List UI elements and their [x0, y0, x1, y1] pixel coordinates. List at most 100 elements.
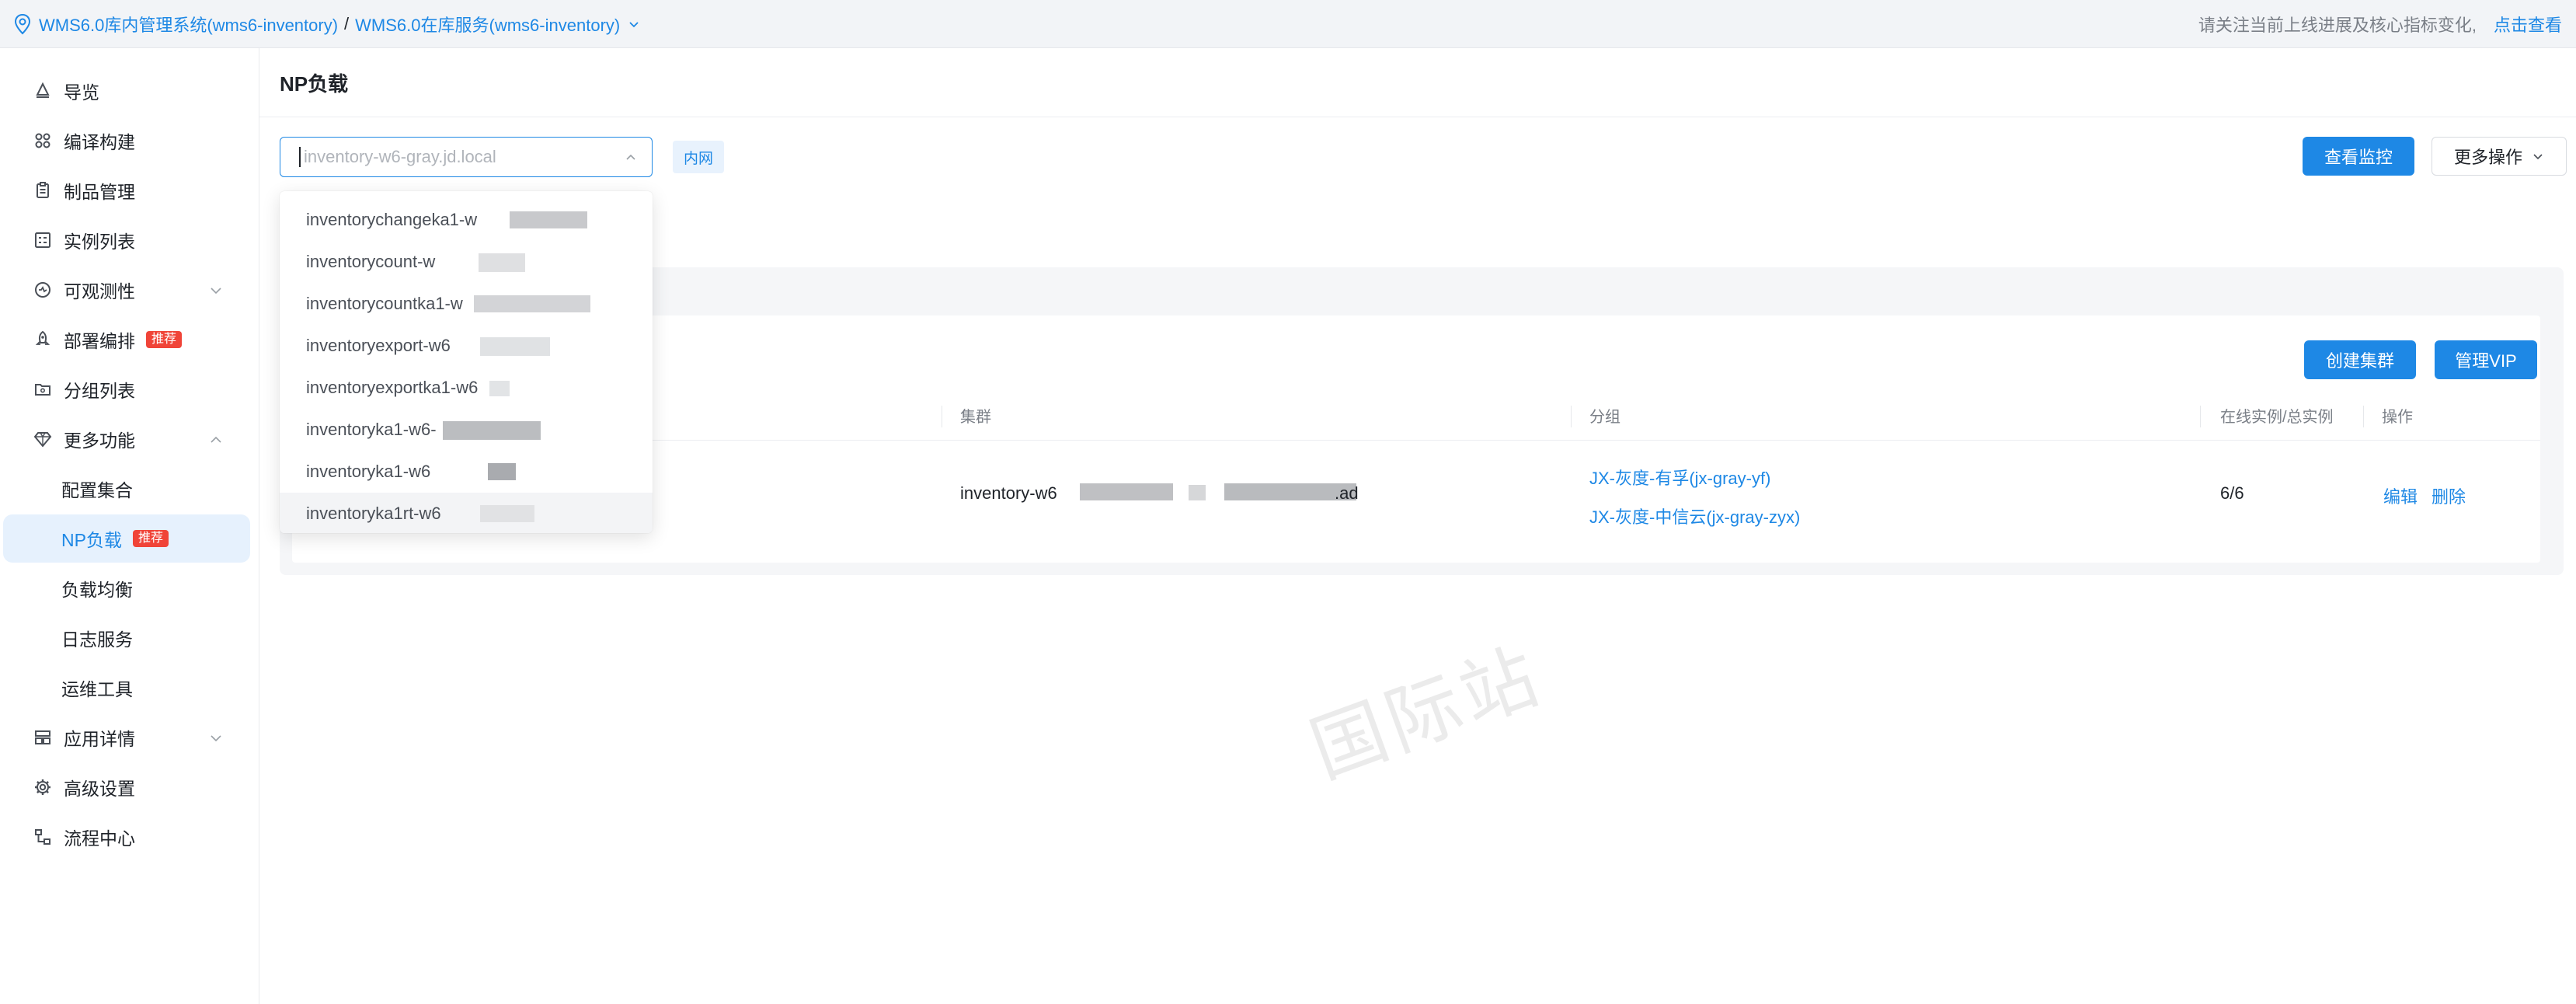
sidebar-item-artifacts[interactable]: 制品管理: [3, 166, 250, 214]
chevron-up-icon[interactable]: [624, 151, 638, 165]
redacted-mask: [479, 253, 525, 272]
sidebar-item-instances[interactable]: 实例列表: [3, 216, 250, 264]
grid-list-icon: [33, 230, 53, 250]
sidebar-item-load-balance[interactable]: 负载均衡: [3, 564, 250, 612]
clipboard-icon: [33, 180, 53, 200]
sidebar-item-label: 流程中心: [64, 828, 135, 849]
sidebar-item-label: 负载均衡: [61, 580, 133, 600]
breadcrumb-system[interactable]: WMS6.0库内管理系统(wms6-inventory): [39, 12, 338, 37]
chevron-down-icon[interactable]: [628, 18, 640, 30]
chevron-down-icon: [211, 735, 221, 742]
sidebar-item-label: 更多功能: [64, 431, 135, 451]
sidebar-item-build[interactable]: 编译构建: [3, 117, 250, 165]
sidebar-item-label: 部署编排: [64, 331, 135, 351]
group-link-yf[interactable]: JX-灰度-有孚(jx-gray-yf): [1589, 465, 1770, 490]
redacted-mask: [510, 211, 587, 228]
domain-select-input[interactable]: [304, 147, 599, 167]
monitor-icon: [33, 280, 53, 300]
option-label: inventorychangeka1-w: [306, 210, 478, 229]
diamond-icon: [33, 429, 53, 449]
option-label: inventoryka1-w6: [306, 462, 431, 481]
sidebar-item-advanced[interactable]: 高级设置: [3, 763, 250, 811]
option-label: inventoryka1rt-w6: [306, 504, 441, 523]
instance-count: 6/6: [2220, 483, 2244, 503]
column-header-cluster: 集群: [960, 409, 991, 426]
option-label: inventoryexport-w6: [306, 336, 451, 355]
view-monitor-button[interactable]: 查看监控: [2303, 137, 2414, 176]
location-pin-icon: [14, 13, 31, 34]
text-caret: [299, 147, 301, 167]
more-actions-label: 更多操作: [2453, 148, 2522, 167]
sidebar-item-app-details[interactable]: 应用详情: [3, 713, 250, 762]
breadcrumb-service[interactable]: WMS6.0在库服务(wms6-inventory): [355, 12, 620, 37]
breadcrumb-separator: /: [344, 13, 350, 33]
sidebar-item-logs[interactable]: 日志服务: [3, 614, 250, 662]
recommend-badge: 推荐: [146, 331, 183, 348]
sidebar-item-label: 实例列表: [64, 232, 135, 252]
cluster-name-prefix: inventory-w6: [960, 483, 1057, 503]
sidebar-item-label: 导览: [64, 82, 99, 103]
dropdown-option-hovered[interactable]: inventoryka1rt-w6: [280, 493, 653, 533]
sidebar-item-np-load[interactable]: NP负载 推荐: [3, 514, 250, 563]
dropdown-option[interactable]: inventorycount-w: [280, 241, 653, 283]
chevron-down-icon: [211, 288, 221, 295]
layout-icon: [33, 727, 53, 748]
create-cluster-button[interactable]: 创建集群: [2304, 340, 2416, 379]
sidebar-item-more[interactable]: 更多功能: [3, 415, 250, 463]
sidebar-item-label: 可观测性: [64, 281, 135, 302]
sidebar-item-label: 制品管理: [64, 182, 135, 202]
folder-icon: [33, 379, 53, 399]
column-header-actions: 操作: [2382, 409, 2413, 426]
dropdown-option[interactable]: inventorychangeka1-w: [280, 199, 653, 241]
more-actions-button[interactable]: 更多操作: [2432, 137, 2567, 176]
dropdown-option[interactable]: inventorycountka1-w: [280, 283, 653, 325]
delete-link[interactable]: 删除: [2432, 483, 2466, 508]
watermark-text: 国际站: [1299, 631, 1553, 795]
dropdown-option[interactable]: inventoryka1-w6: [280, 451, 653, 493]
sidebar-item-config[interactable]: 配置集合: [3, 465, 250, 513]
group-link-zyx[interactable]: JX-灰度-中信云(jx-gray-zyx): [1589, 504, 1800, 528]
domain-dropdown[interactable]: inventorychangeka1-w inventorycount-w in…: [280, 191, 653, 533]
sidebar-item-label: NP负载: [61, 530, 122, 550]
sidebar-item-observability[interactable]: 可观测性: [3, 266, 250, 314]
sidebar-item-label: 日志服务: [61, 629, 133, 650]
build-icon: [33, 131, 53, 151]
rocket-icon: [33, 329, 53, 350]
notice-link[interactable]: 点击查看: [2494, 12, 2562, 37]
notice-text: 请关注当前上线进展及核心指标变化,: [2198, 15, 2477, 35]
sidebar-item-ops-tools[interactable]: 运维工具: [3, 664, 250, 712]
page-title: NP负载: [280, 72, 349, 96]
edit-link[interactable]: 编辑: [2383, 483, 2418, 508]
redacted-mask: [480, 337, 550, 356]
dropdown-option[interactable]: inventoryexport-w6: [280, 325, 653, 367]
breadcrumb[interactable]: WMS6.0库内管理系统(wms6-inventory) / WMS6.0在库服…: [39, 12, 640, 37]
sidebar-item-deploy[interactable]: 部署编排 推荐: [3, 315, 250, 364]
domain-select[interactable]: [280, 137, 653, 177]
gear-icon: [33, 777, 53, 797]
dropdown-option[interactable]: inventoryexportka1-w6: [280, 367, 653, 409]
sidebar-item-workflow[interactable]: 流程中心: [3, 813, 250, 861]
sidebar: 导览 编译构建 制品管理 实例列表 可观测性 部署编排 推荐 分组列表 更多功能…: [0, 48, 259, 1004]
sidebar-item-groups[interactable]: 分组列表: [3, 365, 250, 413]
redacted-mask: [1189, 485, 1206, 500]
redacted-mask: [488, 463, 516, 480]
top-bar: WMS6.0库内管理系统(wms6-inventory) / WMS6.0在库服…: [0, 0, 2576, 48]
redacted-mask: [489, 381, 510, 396]
sidebar-item-label: 配置集合: [61, 480, 133, 500]
column-separator: [1571, 406, 1572, 427]
column-header-instances: 在线实例/总实例: [2220, 409, 2334, 426]
flow-icon: [33, 827, 53, 847]
option-label: inventoryexportka1-w6: [306, 378, 479, 397]
redacted-mask: [443, 421, 541, 440]
sidebar-item-overview[interactable]: 导览: [3, 67, 250, 115]
manage-vip-button[interactable]: 管理VIP: [2435, 340, 2537, 379]
redacted-mask: [474, 295, 590, 312]
option-label: inventoryka1-w6-: [306, 420, 437, 439]
sidebar-item-label: 分组列表: [64, 381, 135, 401]
cluster-name-suffix: .ad: [1335, 483, 1359, 503]
redacted-mask: [480, 505, 534, 522]
sidebar-item-label: 应用详情: [64, 729, 135, 749]
column-separator: [2363, 406, 2364, 427]
redacted-mask: [1080, 483, 1173, 500]
column-separator: [2200, 406, 2201, 427]
